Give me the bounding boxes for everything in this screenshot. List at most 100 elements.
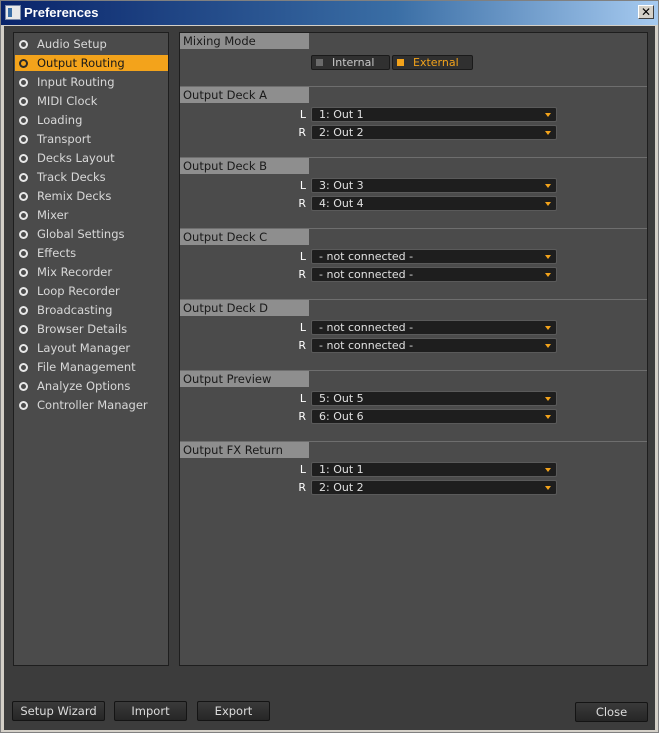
output-deck-a-right-dropdown[interactable]: 2: Out 2: [311, 125, 557, 140]
sidebar-item-label: Transport: [37, 132, 91, 146]
channel-right-label: R: [298, 339, 306, 352]
output-fx-return-section: Output FX Return L 1: Out 1 R 2: Out 2: [180, 441, 647, 512]
chevron-down-icon: [545, 468, 551, 472]
sidebar-item-mix-recorder[interactable]: Mix Recorder: [15, 264, 168, 280]
chevron-down-icon: [545, 326, 551, 330]
output-routing-panel: Mixing Mode Internal External Output Dec…: [179, 32, 648, 666]
output-deck-b-right-dropdown[interactable]: 4: Out 4: [311, 196, 557, 211]
dropdown-value: 1: Out 1: [319, 463, 364, 476]
sidebar-item-file-management[interactable]: File Management: [15, 359, 168, 375]
button-label: External: [413, 56, 459, 69]
chevron-down-icon: [545, 202, 551, 206]
sidebar-item-browser-details[interactable]: Browser Details: [15, 321, 168, 337]
radio-icon: [19, 40, 28, 49]
sidebar-item-loading[interactable]: Loading: [15, 112, 168, 128]
output-deck-b-left-dropdown[interactable]: 3: Out 3: [311, 178, 557, 193]
sidebar-item-midi-clock[interactable]: MIDI Clock: [15, 93, 168, 109]
sidebar-item-track-decks[interactable]: Track Decks: [15, 169, 168, 185]
sidebar-item-label: Broadcasting: [37, 303, 113, 317]
sidebar-item-label: Analyze Options: [37, 379, 131, 393]
category-sidebar: Audio Setup Output Routing Input Routing MI…: [13, 32, 169, 666]
sidebar-item-output-routing[interactable]: Output Routing: [15, 55, 168, 71]
sidebar-item-loop-recorder[interactable]: Loop Recorder: [15, 283, 168, 299]
sidebar-item-transport[interactable]: Transport: [15, 131, 168, 147]
radio-icon: [19, 249, 28, 258]
output-deck-b-header: Output Deck B: [180, 158, 309, 174]
sidebar-item-analyze-options[interactable]: Analyze Options: [15, 378, 168, 394]
channel-left-label: L: [299, 179, 306, 192]
output-deck-c-right-dropdown[interactable]: - not connected -: [311, 267, 557, 282]
radio-icon: [19, 192, 28, 201]
output-deck-a-section: Output Deck A L 1: Out 1 R 2: Out 2: [180, 86, 647, 157]
output-deck-b-section: Output Deck B L 3: Out 3 R 4: Out 4: [180, 157, 647, 228]
radio-icon: [19, 268, 28, 277]
output-deck-d-right-dropdown[interactable]: - not connected -: [311, 338, 557, 353]
sidebar-item-input-routing[interactable]: Input Routing: [15, 74, 168, 90]
sidebar-item-controller-manager[interactable]: Controller Manager: [15, 397, 168, 413]
sidebar-item-label: Controller Manager: [37, 398, 148, 412]
sidebar-item-label: Mixer: [37, 208, 69, 222]
mixing-mode-header: Mixing Mode: [180, 33, 309, 49]
output-deck-c-left-dropdown[interactable]: - not connected -: [311, 249, 557, 264]
sidebar-item-label: Browser Details: [37, 322, 128, 336]
title-bar: Preferences ✕: [1, 1, 658, 25]
section-title: Output Deck C: [183, 230, 268, 244]
chevron-down-icon: [545, 184, 551, 188]
section-title: Output FX Return: [183, 443, 283, 457]
close-window-icon[interactable]: ✕: [638, 5, 654, 19]
output-preview-left-dropdown[interactable]: 5: Out 5: [311, 391, 557, 406]
channel-right-label: R: [298, 268, 306, 281]
radio-icon: [19, 97, 28, 106]
sidebar-item-remix-decks[interactable]: Remix Decks: [15, 188, 168, 204]
window-title: Preferences: [24, 5, 99, 20]
sidebar-item-decks-layout[interactable]: Decks Layout: [15, 150, 168, 166]
section-title: Output Deck A: [183, 88, 268, 102]
output-deck-a-left-dropdown[interactable]: 1: Out 1: [311, 107, 557, 122]
output-deck-a-header: Output Deck A: [180, 87, 309, 103]
export-button[interactable]: Export: [197, 701, 270, 721]
import-button[interactable]: Import: [114, 701, 187, 721]
sidebar-item-label: Global Settings: [37, 227, 125, 241]
dropdown-value: - not connected -: [319, 250, 414, 263]
sidebar-item-global-settings[interactable]: Global Settings: [15, 226, 168, 242]
chevron-down-icon: [545, 415, 551, 419]
channel-right-label: R: [298, 410, 306, 423]
sidebar-item-mixer[interactable]: Mixer: [15, 207, 168, 223]
radio-icon: [19, 344, 28, 353]
output-deck-d-left-dropdown[interactable]: - not connected -: [311, 320, 557, 335]
radio-icon: [19, 306, 28, 315]
radio-icon: [19, 211, 28, 220]
sidebar-item-label: Mix Recorder: [37, 265, 113, 279]
radio-icon: [19, 382, 28, 391]
channel-left-label: L: [299, 392, 306, 405]
dropdown-value: 4: Out 4: [319, 197, 364, 210]
radio-icon: [19, 116, 28, 125]
sidebar-item-layout-manager[interactable]: Layout Manager: [15, 340, 168, 356]
sidebar-item-broadcasting[interactable]: Broadcasting: [15, 302, 168, 318]
preferences-client: Audio Setup Output Routing Input Routing MI…: [4, 26, 655, 730]
output-deck-d-section: Output Deck D L - not connected - R - not co…: [180, 299, 647, 370]
setup-wizard-button[interactable]: Setup Wizard: [12, 701, 105, 721]
sidebar-item-effects[interactable]: Effects: [15, 245, 168, 261]
chevron-down-icon: [545, 344, 551, 348]
output-fx-return-right-dropdown[interactable]: 2: Out 2: [311, 480, 557, 495]
sidebar-item-label: MIDI Clock: [37, 94, 98, 108]
channel-left-label: L: [299, 321, 306, 334]
mixing-mode-external-button[interactable]: External: [392, 55, 473, 70]
channel-left-label: L: [299, 463, 306, 476]
channel-left-label: L: [299, 250, 306, 263]
sidebar-item-label: Effects: [37, 246, 77, 260]
mixing-mode-internal-button[interactable]: Internal: [311, 55, 390, 70]
output-fx-return-left-dropdown[interactable]: 1: Out 1: [311, 462, 557, 477]
channel-right-label: R: [298, 126, 306, 139]
channel-left-label: L: [299, 108, 306, 121]
sidebar-item-label: Audio Setup: [37, 37, 107, 51]
button-label: Internal: [332, 56, 375, 69]
close-button[interactable]: Close: [575, 702, 648, 722]
output-preview-right-dropdown[interactable]: 6: Out 6: [311, 409, 557, 424]
section-title: Output Preview: [183, 372, 272, 386]
dropdown-value: - not connected -: [319, 321, 414, 334]
dropdown-value: 5: Out 5: [319, 392, 364, 405]
sidebar-item-audio-setup[interactable]: Audio Setup: [15, 36, 168, 52]
radio-icon: [19, 401, 28, 410]
